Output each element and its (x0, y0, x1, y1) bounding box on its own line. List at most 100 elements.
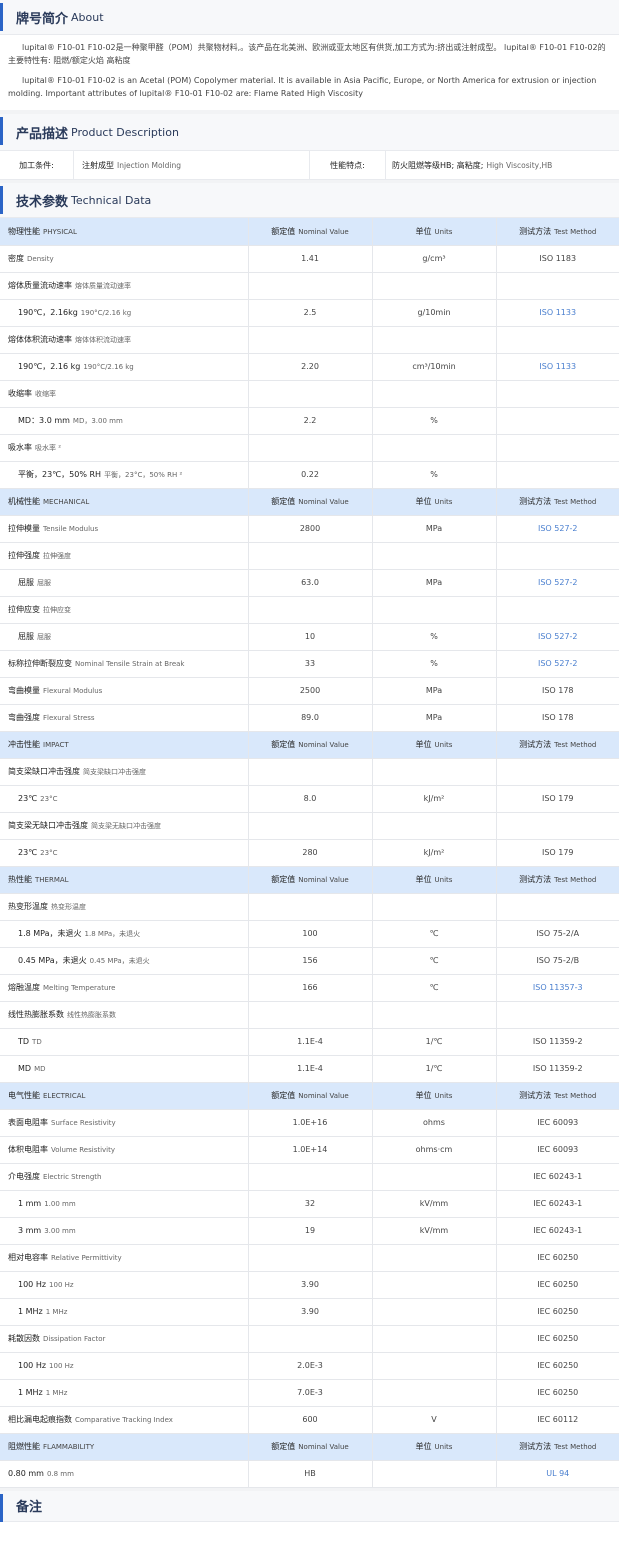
property-name: 190℃，2.16kg 190°C/2.16 kg (0, 299, 249, 327)
property-label: 190℃，2.16kg (18, 308, 78, 317)
test-method (496, 380, 619, 408)
property-name: 吸水率 吸水率 ² (0, 434, 249, 462)
property-row: 体积电阻率 Volume Resistivity 1.0E+14 ohms·cm IEC… (0, 1136, 619, 1164)
property-label: 收缩率 (8, 389, 32, 398)
property-name: 弯曲模量 Flexural Modulus (0, 677, 249, 705)
category-label-en: ELECTRICAL (43, 1092, 86, 1100)
test-method: ISO 178 (496, 704, 619, 732)
unit-value: 1/℃ (372, 1028, 497, 1056)
property-name: 简支梁无缺口冲击强度 简支梁无缺口冲击强度 (0, 812, 249, 840)
test-method (496, 272, 619, 300)
unit-value (372, 1163, 497, 1191)
test-method-link[interactable]: ISO 1133 (539, 362, 576, 371)
property-label: 简支梁无缺口冲击强度 (8, 821, 88, 830)
nominal-value: 1.0E+16 (248, 1109, 373, 1137)
property-label: 熔体质量流动速率 (8, 281, 72, 290)
test-method (496, 758, 619, 786)
property-name: 屈服 屈服 (0, 623, 249, 651)
column-header-label: 额定值 (271, 497, 296, 506)
nominal-value: 1.1E-4 (248, 1028, 373, 1056)
test-method-link[interactable]: ISO 527-2 (538, 524, 578, 533)
column-header-nominal: 额定值 Nominal Value (248, 1082, 373, 1110)
unit-value (372, 893, 497, 921)
category-label: 热性能 (8, 875, 32, 884)
property-row: 简支梁无缺口冲击强度 简支梁无缺口冲击强度 (0, 812, 619, 840)
category-name: 阻燃性能 FLAMMABILITY (0, 1433, 249, 1461)
property-name: 0.80 mm 0.8 mm (0, 1460, 249, 1488)
property-label: 体积电阻率 (8, 1145, 48, 1154)
section-accent-bar (0, 1493, 3, 1522)
column-header-units: 单位 Units (372, 218, 497, 246)
property-name: 拉伸模量 Tensile Modulus (0, 515, 249, 543)
tech-data-header: 技术参数 Technical Data (0, 183, 619, 218)
property-label-en: 0.8 mm (46, 1470, 74, 1478)
condition-row: 23℃ 23°C 8.0 kJ/m² ISO 179 (0, 785, 619, 813)
property-label-en: 热变形温度 (51, 903, 86, 911)
section-accent-bar (0, 3, 3, 31)
test-method: ISO 527-2 (496, 569, 619, 597)
nominal-value: 63.0 (248, 569, 373, 597)
property-label: 弯曲模量 (8, 686, 40, 695)
property-label-en: Flexural Stress (43, 714, 95, 722)
property-label: TD (18, 1037, 30, 1046)
unit-value: % (372, 623, 497, 651)
test-method: IEC 60250 (496, 1271, 619, 1299)
property-label-en: 收缩率 (35, 390, 56, 398)
category-label: 机械性能 (8, 497, 40, 506)
column-header-label: 测试方法 (519, 497, 552, 506)
category-label: 物理性能 (8, 226, 40, 236)
property-name: 3 mm 3.00 mm (0, 1217, 249, 1245)
category-header-row: 物理性能 PHYSICAL 额定值 Nominal Value 单位 Units 测试方法 T… (0, 218, 619, 246)
property-row: 标称拉伸断裂应变 Nominal Tensile Strain at Break 3… (0, 650, 619, 678)
column-header-label-en: Units (434, 227, 453, 236)
column-header-label-en: Nominal Value (298, 741, 349, 749)
condition-row: 屈服 屈服 10% ISO 527-2 (0, 623, 619, 651)
test-method (496, 326, 619, 354)
test-method: ISO 11357-3 (496, 974, 619, 1002)
property-label-en: 3.00 mm (44, 1227, 76, 1235)
unit-value: % (372, 461, 497, 489)
nominal-value (248, 1163, 373, 1191)
test-method-link[interactable]: ISO 11357-3 (533, 983, 583, 992)
property-name: TD TD (0, 1028, 249, 1056)
property-label: 相比漏电起痕指数 (8, 1415, 72, 1424)
column-header-method: 测试方法 Test Method (496, 1433, 619, 1461)
category-header-row: 电气性能 ELECTRICAL 额定值 Nominal Value 单位 Units 测试方… (0, 1082, 619, 1110)
test-method: ISO 179 (496, 839, 619, 867)
property-name: MD MD (0, 1055, 249, 1083)
nominal-value: 3.90 (248, 1298, 373, 1326)
property-label-en: 1 MHz (45, 1308, 68, 1316)
test-method-link[interactable]: ISO 527-2 (538, 578, 578, 587)
property-label: 23℃ (18, 794, 38, 803)
column-header-label-en: Nominal Value (298, 1443, 349, 1451)
test-method: IEC 60250 (496, 1325, 619, 1353)
column-header-label: 测试方法 (519, 875, 552, 884)
test-method-link[interactable]: UL 94 (546, 1469, 569, 1478)
condition-row: MD MD 1.1E-4 1/℃ ISO 11359-2 (0, 1055, 619, 1083)
test-method: ISO 11359-2 (496, 1055, 619, 1083)
column-header-method: 测试方法 Test Method (496, 1082, 619, 1110)
features-label: 性能特点: (310, 151, 386, 179)
property-label-en: 屈服 (37, 633, 51, 641)
column-header-units: 单位 Units (372, 866, 497, 894)
condition-row: 1 mm 1.00 mm 32 kV/mm IEC 60243-1 (0, 1190, 619, 1218)
column-header-label-en: Test Method (554, 498, 597, 506)
condition-row: 屈服 屈服 63.0 MPa ISO 527-2 (0, 569, 619, 597)
property-row: 收缩率 收缩率 (0, 380, 619, 408)
nominal-value: 166 (248, 974, 373, 1002)
about-body: lupital® F10-01 F10-02是一种聚甲醛（POM）共聚物材料,。… (0, 35, 619, 110)
test-method-link[interactable]: ISO 527-2 (538, 659, 578, 668)
column-header-label: 额定值 (271, 1442, 296, 1451)
test-method-link[interactable]: ISO 527-2 (538, 632, 578, 641)
category-label: 冲击性能 (8, 740, 40, 749)
property-row: 线性热膨胀系数 线性热膨胀系数 (0, 1001, 619, 1029)
nominal-value: 600 (248, 1406, 373, 1434)
features-value: 防火阻燃等级HB; 高粘度; High Viscosity,HB (392, 160, 553, 170)
test-method-link[interactable]: ISO 1133 (539, 308, 576, 317)
test-method: ISO 75-2/A (496, 920, 619, 948)
column-header-method: 测试方法 Test Method (496, 866, 619, 894)
nominal-value: 8.0 (248, 785, 373, 813)
test-method (496, 434, 619, 462)
category-header-row: 机械性能 MECHANICAL 额定值 Nominal Value 单位 Units 测试方… (0, 488, 619, 516)
property-label: 190℃，2.16 kg (18, 362, 81, 371)
